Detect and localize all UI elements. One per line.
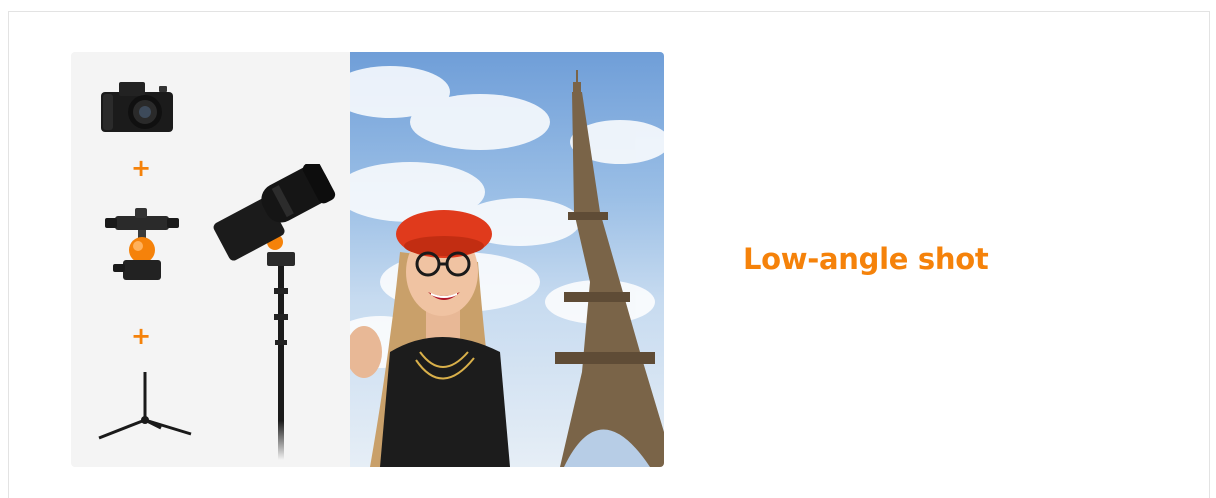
feature-caption: Low-angle shot	[743, 242, 989, 276]
photo-scene	[350, 66, 664, 467]
ball-head-icon	[105, 208, 179, 280]
plus-icon: +	[130, 154, 152, 182]
plus-icon: +	[130, 322, 152, 350]
camera-icon	[101, 82, 173, 132]
low-angle-example-photo	[350, 52, 664, 467]
tripod-icon	[98, 372, 192, 440]
product-illustration-panel: + +	[71, 52, 351, 467]
camera-on-pole-image	[213, 164, 336, 460]
